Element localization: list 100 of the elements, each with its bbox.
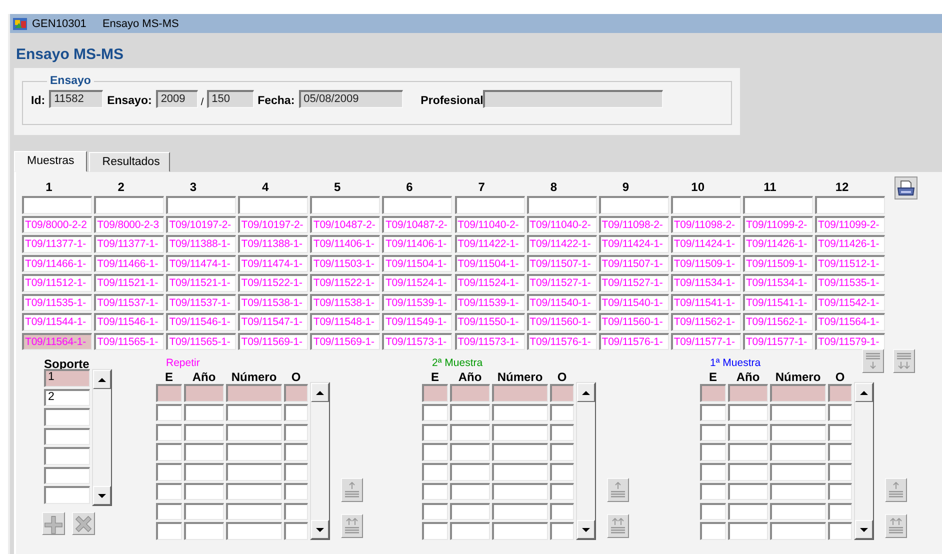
sample-cell[interactable]: T09/11549-1- [382, 313, 452, 330]
sample-cell[interactable]: T09/11504-1- [454, 254, 525, 272]
sample-cell[interactable]: T09/11540-1- [526, 294, 597, 311]
sample-cell[interactable]: T09/11560-1- [598, 313, 669, 330]
sample-cell[interactable]: T09/11503-1- [310, 254, 380, 272]
tab[interactable]: Muestras [14, 151, 88, 172]
sample-cell[interactable]: T09/11550-1- [454, 313, 525, 330]
sample-cell[interactable]: T09/8000-2-3 [94, 216, 164, 233]
sample-cell[interactable]: T09/11426-1- [815, 235, 886, 252]
sample-cell[interactable]: T09/11546-1- [166, 313, 236, 330]
sample-cell[interactable]: T09/11564-1- [815, 313, 886, 330]
sample-cell[interactable]: T09/11560-1- [526, 313, 597, 330]
sample-cell[interactable]: T09/10197-2- [238, 216, 308, 233]
sample-cell[interactable]: T09/11388-1- [238, 235, 308, 252]
sample-cell[interactable]: T09/11576-1- [598, 332, 669, 350]
sample-cell[interactable]: T09/11524-1- [454, 274, 525, 292]
sample-cell[interactable]: T09/11535-1- [22, 294, 92, 311]
sample-cell[interactable]: T09/11537-1- [94, 294, 164, 311]
sample-cell[interactable]: T09/11534-1- [670, 274, 741, 292]
sample-cell[interactable]: T09/10197-2- [166, 216, 236, 233]
sample-cell[interactable]: T09/10487-2- [310, 216, 380, 233]
input-field[interactable]: 05/08/2009 [298, 90, 403, 108]
sample-cell[interactable]: T09/11040-2- [454, 216, 525, 233]
sample-cell[interactable]: T09/11534-1- [742, 274, 813, 292]
sample-cell[interactable]: T09/11466-1- [22, 254, 92, 272]
column-header: E [708, 370, 718, 384]
sample-cell[interactable]: T09/11562-1- [742, 313, 813, 330]
sample-cell[interactable]: T09/11573-1- [454, 332, 525, 350]
sample-cell[interactable]: T09/11521-1- [94, 274, 164, 292]
sample-cell[interactable]: T09/10487-2- [382, 216, 452, 233]
sample-cell[interactable]: T09/11562-1- [670, 313, 741, 330]
sample-cell[interactable]: T09/11546-1- [94, 313, 164, 330]
sample-cell[interactable]: T09/8000-2-2 [22, 216, 92, 233]
column-header: O [556, 370, 568, 384]
sample-cell[interactable]: T09/11569-1- [238, 332, 308, 350]
sample-cell[interactable]: T09/11539-1- [454, 294, 525, 311]
sample-cell[interactable]: T09/11377-1- [22, 235, 92, 252]
column-header: Año [735, 370, 761, 384]
sample-cell[interactable]: T09/11377-1- [94, 235, 164, 252]
sample-cell[interactable]: T09/11544-1- [22, 313, 92, 330]
sample-cell[interactable]: T09/11474-1- [238, 254, 308, 272]
sample-cell[interactable]: T09/11422-1- [526, 235, 597, 252]
sample-cell[interactable]: T09/11527-1- [598, 274, 669, 292]
sample-cell[interactable]: T09/11537-1- [166, 294, 236, 311]
sample-cell[interactable]: T09/11406-1- [382, 235, 452, 252]
table-title: 2ª Muestra [432, 357, 483, 370]
sample-cell[interactable]: T09/11541-1- [670, 294, 741, 311]
sample-cell[interactable]: T09/11569-1- [310, 332, 380, 350]
sample-cell[interactable]: T09/11406-1- [310, 235, 380, 252]
sample-cell[interactable]: T09/11542-1- [815, 294, 886, 311]
sample-cell[interactable]: T09/11565-1- [94, 332, 164, 350]
sample-cell[interactable]: T09/11512-1- [815, 254, 886, 272]
sample-cell[interactable]: T09/11422-1- [454, 235, 525, 252]
sample-cell[interactable]: T09/11099-2- [815, 216, 886, 233]
sample-cell[interactable]: T09/11577-1- [742, 332, 813, 350]
sample-cell[interactable]: T09/11527-1- [526, 274, 597, 292]
sample-cell[interactable]: T09/11466-1- [94, 254, 164, 272]
field-label: Fecha: [258, 95, 295, 108]
column-header: 2 [116, 180, 126, 194]
sample-cell[interactable]: T09/11522-1- [238, 274, 308, 292]
sample-cell[interactable]: T09/11099-2- [742, 216, 813, 233]
list-item[interactable]: 1 [44, 369, 90, 386]
sample-cell[interactable]: T09/11538-1- [238, 294, 308, 311]
sample-cell[interactable]: T09/11535-1- [815, 274, 886, 292]
sample-cell[interactable]: T09/11524-1- [382, 274, 452, 292]
sample-cell[interactable]: T09/11547-1- [238, 313, 308, 330]
sample-cell[interactable]: T09/11098-2- [598, 216, 669, 233]
sample-cell[interactable]: T09/11098-2- [670, 216, 741, 233]
sample-cell[interactable]: T09/11040-2- [526, 216, 597, 233]
sample-cell[interactable]: T09/11388-1- [166, 235, 236, 252]
sample-cell[interactable]: T09/11424-1- [598, 235, 669, 252]
sample-cell[interactable]: T09/11424-1- [670, 235, 741, 252]
column-header: Número [774, 370, 822, 384]
field-label: Id: [31, 95, 46, 108]
sample-cell[interactable]: T09/11548-1- [310, 313, 380, 330]
sample-cell[interactable]: T09/11426-1- [742, 235, 813, 252]
sample-cell[interactable]: T09/11576-1- [526, 332, 597, 350]
sample-cell[interactable]: T09/11474-1- [166, 254, 236, 272]
sample-cell[interactable]: T09/11579-1- [815, 332, 886, 350]
sample-cell[interactable]: T09/11521-1- [166, 274, 236, 292]
sample-cell[interactable]: T09/11540-1- [598, 294, 669, 311]
sample-cell[interactable]: T09/11577-1- [670, 332, 741, 350]
input-field[interactable]: 2009 [156, 90, 198, 108]
list-item[interactable]: 2 [44, 388, 90, 406]
sample-cell[interactable]: T09/11573-1- [382, 332, 452, 350]
sample-cell[interactable]: T09/11509-1- [742, 254, 813, 272]
sample-cell[interactable]: T09/11522-1- [310, 274, 380, 292]
sample-cell[interactable]: T09/11509-1- [670, 254, 741, 272]
sample-cell[interactable]: T09/11538-1- [310, 294, 380, 311]
sample-cell[interactable]: T09/11565-1- [166, 332, 236, 350]
sample-cell[interactable]: T09/11507-1- [598, 254, 669, 272]
sample-cell[interactable]: T09/11507-1- [526, 254, 597, 272]
sample-cell[interactable]: T09/11539-1- [382, 294, 452, 311]
sample-cell[interactable]: T09/11541-1- [742, 294, 813, 311]
sample-cell[interactable]: T09/11564-1- [22, 332, 92, 350]
sample-cell[interactable]: T09/11512-1- [22, 274, 92, 292]
sample-cell[interactable]: T09/11504-1- [382, 254, 452, 272]
input-field[interactable]: 11582 [49, 90, 104, 108]
input-field[interactable]: 150 [206, 90, 254, 108]
tab[interactable]: Resultados [89, 152, 170, 172]
